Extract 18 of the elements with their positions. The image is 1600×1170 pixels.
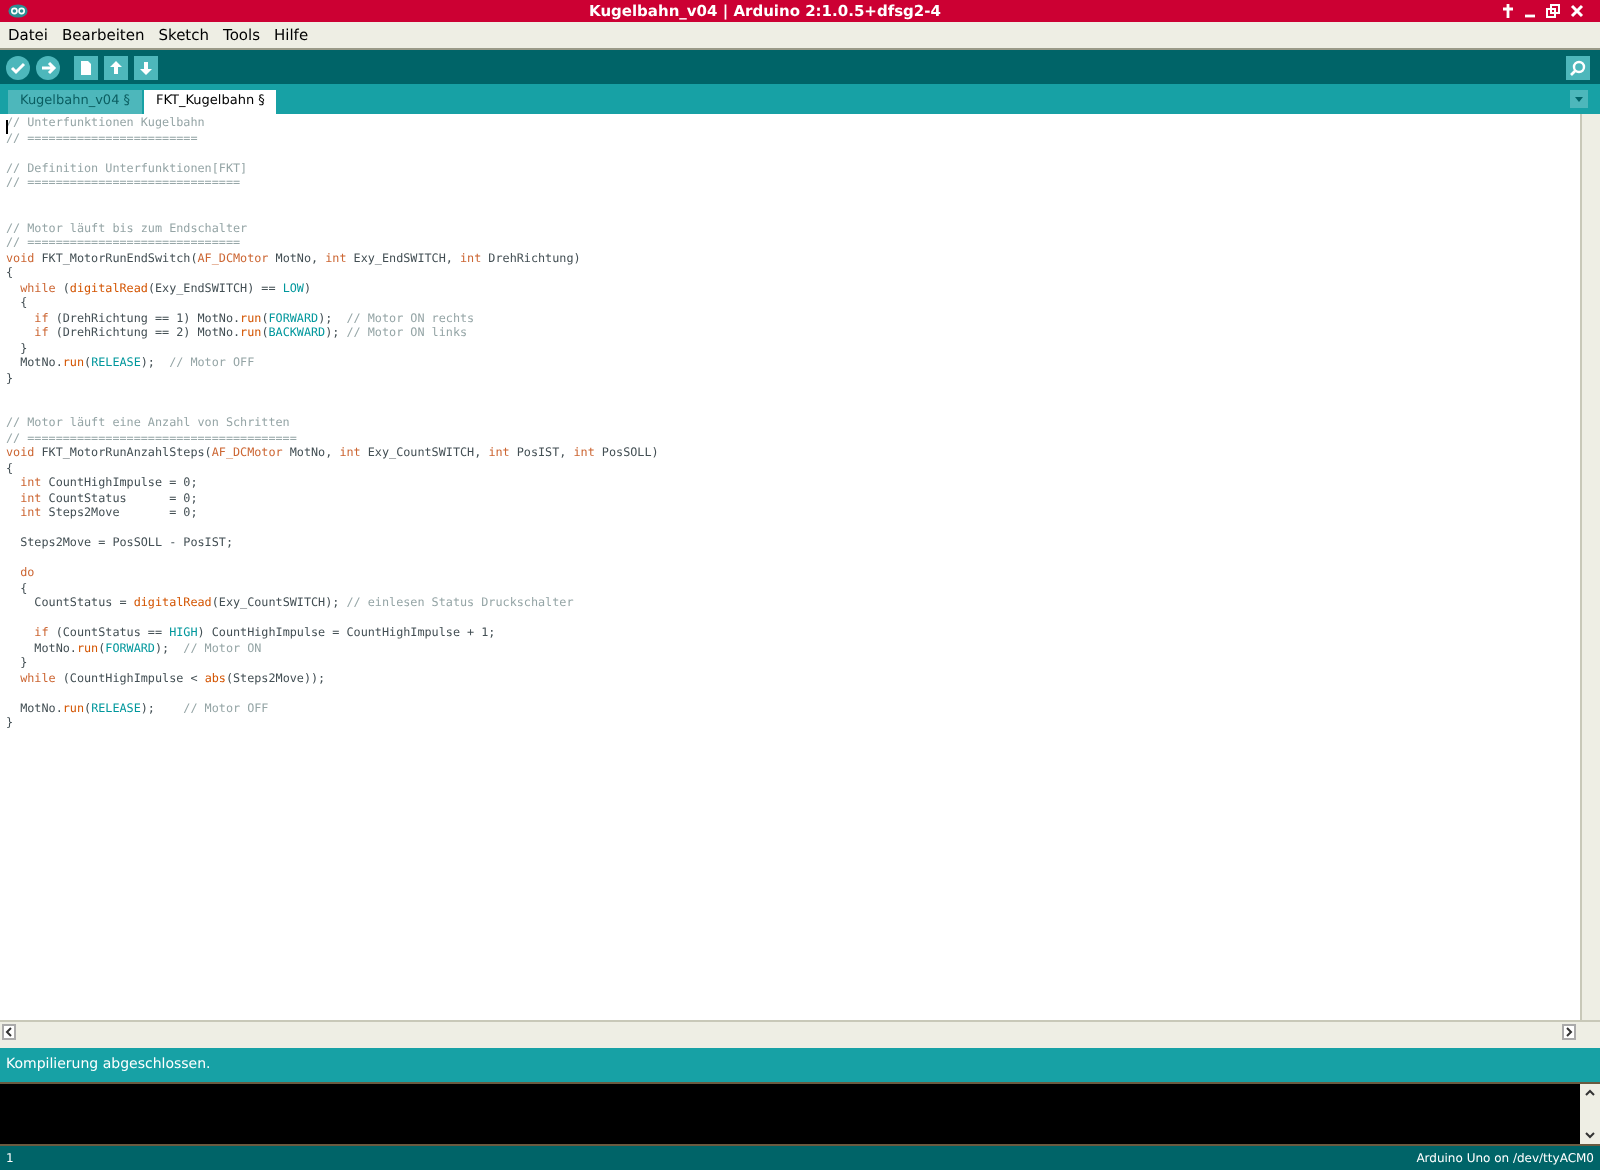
open-button[interactable]: [104, 55, 128, 79]
vertical-scrollbar[interactable]: [1580, 114, 1600, 1020]
save-button[interactable]: [134, 55, 158, 79]
tab-menu-button[interactable]: [1570, 90, 1588, 108]
horizontal-scrollbar[interactable]: [0, 1020, 1600, 1040]
app-logo-icon: [8, 4, 28, 18]
close-icon[interactable]: [1570, 4, 1584, 18]
new-button[interactable]: [74, 55, 98, 79]
verify-button[interactable]: [6, 55, 30, 79]
scroll-left-icon[interactable]: [2, 1023, 16, 1039]
scroll-down-icon[interactable]: [1582, 1128, 1598, 1142]
serial-monitor-button[interactable]: [1566, 55, 1590, 79]
scroll-up-icon[interactable]: [1582, 1086, 1598, 1100]
pin-icon[interactable]: [1502, 4, 1514, 18]
maximize-icon[interactable]: [1546, 4, 1560, 18]
console-scrollbar[interactable]: [1580, 1084, 1600, 1144]
upload-button[interactable]: [36, 55, 60, 79]
scroll-right-icon[interactable]: [1562, 1023, 1576, 1039]
